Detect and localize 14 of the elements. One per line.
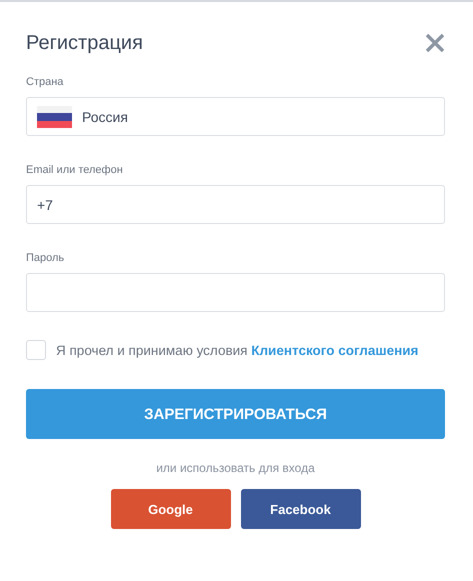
social-login-button[interactable]: Facebook (240, 489, 360, 529)
field-label: Email или телефон (26, 164, 124, 176)
country-select[interactable]: Россия (26, 97, 445, 136)
close-icon[interactable] (425, 33, 445, 53)
input-field[interactable] (26, 273, 445, 312)
social-login-button[interactable]: Google (110, 489, 230, 529)
input-field[interactable]: +7 (26, 185, 445, 224)
dialog-title: Регистрация (26, 32, 143, 54)
field-label: Страна (26, 76, 64, 88)
agreement-text: Я прочел и принимаю условия Клиентского соглашения (56, 342, 418, 358)
checkbox[interactable] (26, 340, 46, 360)
flag-icon (37, 106, 72, 128)
field-label: Пароль (26, 252, 66, 264)
alt-login-text: или использовать для входа (156, 461, 315, 475)
